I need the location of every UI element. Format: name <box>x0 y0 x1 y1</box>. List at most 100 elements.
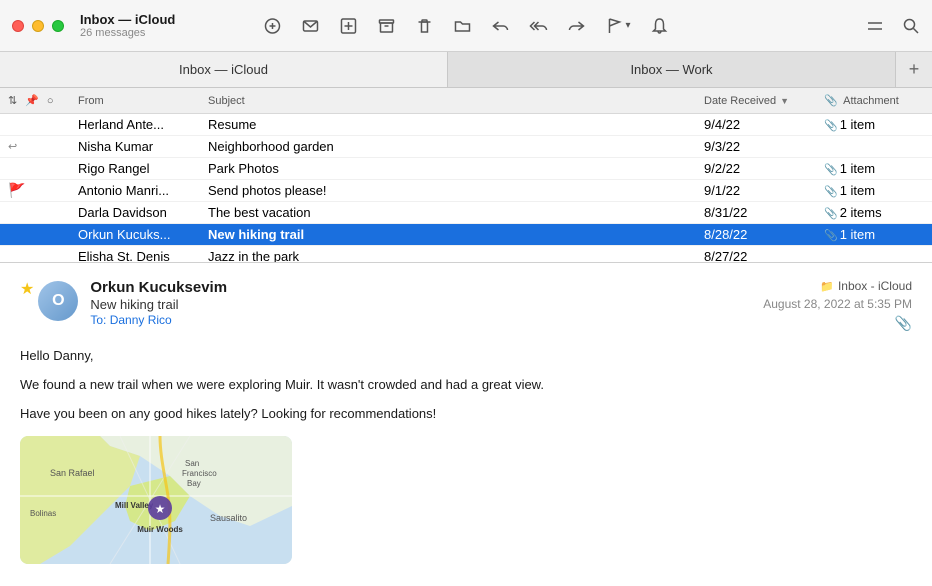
add-tab-button[interactable]: + <box>896 52 932 87</box>
row-date: 9/3/22 <box>704 139 824 154</box>
row-subject: Resume <box>208 117 704 132</box>
email-row[interactable]: Orkun Kucuks...New hiking trail8/28/22📎1… <box>0 224 932 246</box>
map-attachment[interactable]: San Rafael San Francisco Bay Bolinas Mil… <box>20 436 292 564</box>
inbox-label: 📁 Inbox - iCloud <box>820 279 912 293</box>
tabbar: Inbox — iCloud Inbox — Work + <box>0 52 932 88</box>
minimize-button[interactable] <box>32 20 44 32</box>
email-row[interactable]: 🚩Antonio Manri...Send photos please!9/1/… <box>0 180 932 202</box>
email-row[interactable]: Rigo RangelPark Photos9/2/22📎1 item <box>0 158 932 180</box>
header-subject[interactable]: Subject <box>208 95 704 107</box>
email-row[interactable]: Herland Ante...Resume9/4/22📎1 item <box>0 114 932 136</box>
svg-text:Sausalito: Sausalito <box>210 513 247 523</box>
body-paragraph1: We found a new trail when we were explor… <box>20 375 912 396</box>
row-subject: The best vacation <box>208 205 704 220</box>
email-body: Hello Danny, We found a new trail when w… <box>20 346 912 424</box>
svg-text:★: ★ <box>155 502 166 516</box>
row-date: 9/1/22 <box>704 183 824 198</box>
reply-all-icon[interactable] <box>529 17 547 35</box>
search-icon[interactable] <box>902 17 920 35</box>
flag-dropdown-arrow[interactable]: ▾ <box>625 20 630 31</box>
row-attachment: 📎1 item <box>824 161 924 176</box>
sort-toggle-icon[interactable]: ⇅ <box>8 94 17 107</box>
body-greeting: Hello Danny, <box>20 346 912 367</box>
new-message-icon[interactable] <box>339 17 357 35</box>
attach-icon: 📎 <box>824 208 838 220</box>
email-subject: New hiking trail <box>90 297 763 312</box>
detail-pane: ★ O Orkun Kucuksevim New hiking trail To… <box>0 263 932 586</box>
toolbar: ▾ <box>263 17 668 35</box>
maximize-button[interactable] <box>52 20 64 32</box>
detail-meta: 📁 Inbox - iCloud August 28, 2022 at 5:35… <box>763 279 912 332</box>
row-subject: Neighborhood garden <box>208 139 704 154</box>
header-date[interactable]: Date Received ▼ <box>704 95 824 107</box>
window-title: Inbox — iCloud <box>80 12 175 27</box>
detail-attach-icon: 📎 <box>895 315 912 332</box>
row-subject: Send photos please! <box>208 183 704 198</box>
row-date: 8/31/22 <box>704 205 824 220</box>
header-from[interactable]: From <box>78 95 208 107</box>
svg-text:Bay: Bay <box>187 479 201 488</box>
email-date: August 28, 2022 at 5:35 PM <box>763 297 912 311</box>
tab-icloud[interactable]: Inbox — iCloud <box>0 52 448 87</box>
compose-icon[interactable] <box>263 17 281 35</box>
row-attachment: 📎1 item <box>824 117 924 132</box>
mail-icon[interactable] <box>301 17 319 35</box>
header-attachment: 📎 Attachment <box>824 94 924 107</box>
email-row[interactable]: Darla DavidsonThe best vacation8/31/22📎2… <box>0 202 932 224</box>
row-date: 8/28/22 <box>704 227 824 242</box>
list-header: ⇅ 📌 ○ From Subject Date Received ▼ 📎 Att… <box>0 88 932 114</box>
replied-indicator: ↩ <box>8 140 17 153</box>
message-count: 26 messages <box>80 27 175 39</box>
notification-icon[interactable] <box>651 17 669 35</box>
tab-work[interactable]: Inbox — Work <box>448 52 896 87</box>
row-attachment: 📎1 item <box>824 227 924 242</box>
folder-icon: 📁 <box>820 280 834 293</box>
svg-text:Francisco: Francisco <box>182 469 217 478</box>
email-to: To: Danny Rico <box>90 313 763 327</box>
unread-header-icon: ○ <box>47 95 54 107</box>
star-icon[interactable]: ★ <box>20 279 34 299</box>
row-from: Orkun Kucuks... <box>78 227 208 242</box>
trash-icon[interactable] <box>415 17 433 35</box>
email-row[interactable]: ↩ Nisha KumarNeighborhood garden9/3/22 <box>0 136 932 158</box>
detail-header: ★ O Orkun Kucuksevim New hiking trail To… <box>20 279 912 332</box>
row-date: 8/27/22 <box>704 249 824 263</box>
sort-arrow-icon: ▼ <box>780 96 789 106</box>
row-attachment: 📎2 items <box>824 205 924 220</box>
header-flags: ⇅ 📌 ○ <box>8 94 78 107</box>
sender-name: Orkun Kucuksevim <box>90 279 763 296</box>
row-date: 9/4/22 <box>704 117 824 132</box>
row-from: Rigo Rangel <box>78 161 208 176</box>
close-button[interactable] <box>12 20 24 32</box>
row-from: Antonio Manri... <box>78 183 208 198</box>
pin-header-icon: 📌 <box>25 94 39 107</box>
row-subject: Park Photos <box>208 161 704 176</box>
row-date: 9/2/22 <box>704 161 824 176</box>
body-paragraph2: Have you been on any good hikes lately? … <box>20 404 912 425</box>
svg-text:Muir Woods: Muir Woods <box>137 525 183 534</box>
row-flags: 🚩 <box>8 182 78 199</box>
row-from: Nisha Kumar <box>78 139 208 154</box>
move-icon[interactable] <box>453 17 471 35</box>
email-list: Herland Ante...Resume9/4/22📎1 item↩Nisha… <box>0 114 932 263</box>
row-from: Herland Ante... <box>78 117 208 132</box>
svg-text:Mill Valley: Mill Valley <box>115 501 154 510</box>
toolbar-right <box>868 17 920 35</box>
flag-icon[interactable]: ▾ <box>605 17 630 35</box>
row-subject: New hiking trail <box>208 227 704 242</box>
titlebar: Inbox — iCloud 26 messages <box>0 0 932 52</box>
to-name[interactable]: Danny Rico <box>110 313 172 327</box>
email-row[interactable]: Elisha St. DenisJazz in the park8/27/22 <box>0 246 932 263</box>
window-title-info: Inbox — iCloud 26 messages <box>80 12 175 39</box>
forward-icon[interactable] <box>567 17 585 35</box>
row-flags: ↩ <box>8 140 78 153</box>
svg-text:San Rafael: San Rafael <box>50 468 95 478</box>
avatar: O <box>38 281 78 321</box>
archive-icon[interactable] <box>377 17 395 35</box>
reply-icon[interactable] <box>491 17 509 35</box>
attach-icon: 📎 <box>824 230 838 242</box>
email-list-pane: ⇅ 📌 ○ From Subject Date Received ▼ 📎 Att… <box>0 88 932 263</box>
sender-info: Orkun Kucuksevim New hiking trail To: Da… <box>90 279 763 327</box>
row-from: Elisha St. Denis <box>78 249 208 263</box>
more-icon[interactable] <box>868 17 886 35</box>
